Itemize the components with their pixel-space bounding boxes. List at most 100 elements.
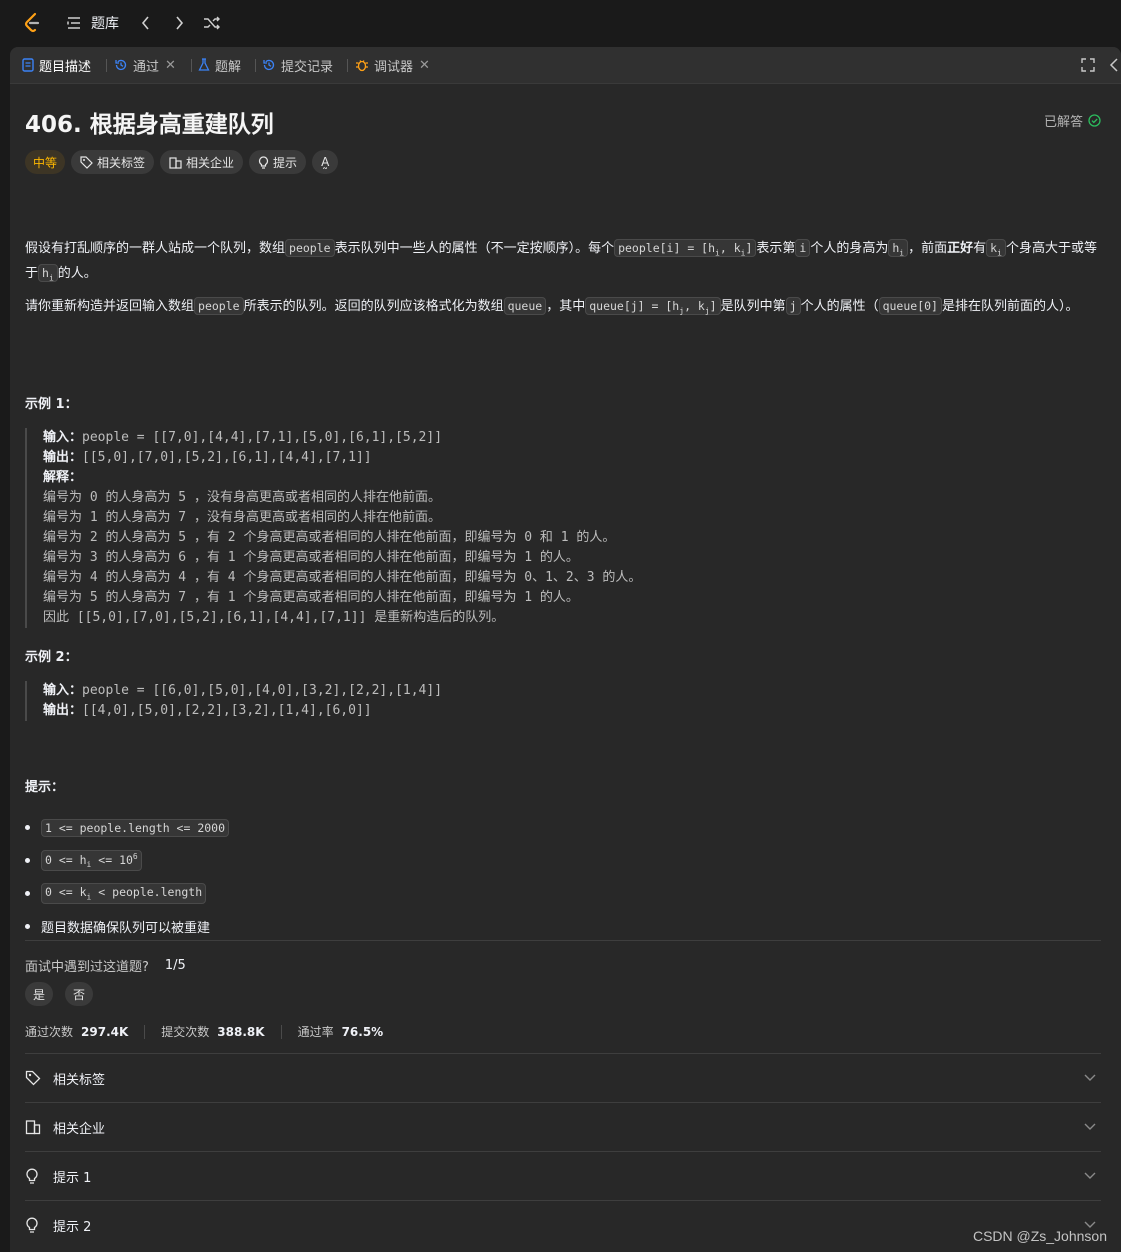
tag-icon: [80, 155, 93, 169]
explain-line: 因此 [[5,0],[7,0],[5,2],[6,1],[4,4],[7,1]]…: [43, 610, 505, 625]
interview-answer: 是 否: [25, 982, 105, 1006]
translate-icon: A̰: [321, 155, 330, 169]
tab-divider: [191, 59, 192, 72]
building-icon: [25, 1119, 45, 1135]
translate-button[interactable]: A̰: [312, 150, 339, 174]
interview-label: 面试中遇到过这道题?: [25, 960, 149, 975]
tab-label: 调试器: [374, 59, 414, 75]
difficulty-badge: 中等: [25, 150, 66, 174]
constraints-list: 1 <= people.length <= 2000 0 <= hi <= 10…: [25, 811, 230, 943]
chevron-down-icon: [1084, 1172, 1096, 1179]
companies-tag-button[interactable]: 相关企业: [160, 150, 244, 174]
accordion-companies[interactable]: 相关企业: [25, 1103, 1101, 1151]
next-problem-icon[interactable]: [172, 15, 186, 31]
example-2-block: 输入：people = [[6,0],[5,0],[4,0],[3,2],[2,…: [25, 681, 442, 721]
solved-status: 已解答: [1044, 111, 1101, 130]
explain-line: 编号为 3 的人身高为 6 ，有 1 个身高更高或者相同的人排在他前面，即编号为…: [43, 550, 579, 565]
tab-solutions[interactable]: 题解: [198, 47, 241, 83]
constraint-item: 0 <= ki < people.length: [25, 877, 229, 910]
explain-line: 编号为 1 的人身高为 7 ，没有身高更高或者相同的人排在他前面。: [43, 510, 441, 525]
tab-label: 题解: [215, 59, 242, 75]
problem-panel: 题目描述 通过 ✕ 题解 提交记录 调试器 ✕ 406. 根据身高重建队列 已解…: [10, 47, 1121, 1252]
panel-tab-bar: 题目描述 通过 ✕ 题解 提交记录 调试器 ✕: [10, 47, 1121, 84]
close-icon[interactable]: ✕: [419, 58, 430, 73]
prev-problem-icon[interactable]: [139, 15, 153, 31]
acceptance-rate: 76.5%: [341, 1024, 384, 1039]
solved-label: 已解答: [1043, 115, 1083, 130]
explain-line: 编号为 2 的人身高为 5 ，有 2 个身高更高或者相同的人排在他前面，即编号为…: [43, 530, 616, 545]
check-circle-icon: [1088, 114, 1101, 127]
example-1-output: [[5,0],[7,0],[5,2],[6,1],[4,4],[7,1]]: [82, 450, 372, 465]
accordion-label: 提示 2: [53, 1219, 92, 1235]
bug-icon: [355, 58, 369, 72]
tab-description[interactable]: 题目描述: [22, 47, 91, 83]
topics-tag-button[interactable]: 相关标签: [71, 150, 155, 174]
stats-row: 通过次数 297.4K 提交次数 388.8K 通过率 76.5%: [25, 1023, 383, 1040]
yes-button[interactable]: 是: [25, 982, 53, 1006]
shuffle-icon[interactable]: [203, 15, 221, 31]
tab-debugger[interactable]: 调试器 ✕: [355, 47, 430, 83]
tab-accepted[interactable]: 通过 ✕: [114, 47, 176, 83]
accordion-hint-1[interactable]: 提示 1: [25, 1152, 1101, 1200]
problemset-link[interactable]: 题库: [66, 13, 119, 33]
lightbulb-icon: [25, 1217, 45, 1233]
accepted-label: 通过次数: [25, 1025, 74, 1039]
accordion-topics[interactable]: 相关标签: [25, 1054, 1101, 1102]
tab-divider: [255, 59, 256, 72]
example-2-heading: 示例 2：: [25, 650, 78, 665]
constraints-heading: 提示：: [25, 780, 65, 795]
example-1-heading: 示例 1：: [25, 397, 78, 412]
tab-submissions[interactable]: 提交记录: [262, 47, 333, 83]
accordion-hint-2[interactable]: 提示 2: [25, 1201, 1101, 1249]
example-1-block: 输入：people = [[7,0],[4,4],[7,1],[5,0],[6,…: [25, 428, 641, 628]
companies-label: 相关企业: [186, 155, 235, 170]
example-2-output: [[4,0],[5,0],[2,2],[3,2],[1,4],[6,0]]: [82, 703, 372, 718]
explain-line: 编号为 5 的人身高为 7 ，有 1 个身高更高或者相同的人排在他前面，即编号为…: [43, 590, 579, 605]
tab-label: 提交记录: [281, 59, 334, 75]
accordion-label: 相关标签: [53, 1072, 106, 1088]
close-icon[interactable]: ✕: [165, 58, 176, 73]
fullscreen-icon[interactable]: [1081, 58, 1095, 72]
hints-tag-button[interactable]: 提示: [249, 150, 307, 174]
constraint-item: 0 <= hi <= 106: [25, 844, 229, 877]
constraint-item: 题目数据确保队列可以被重建: [25, 910, 229, 943]
lightbulb-icon: [25, 1168, 45, 1184]
submissions-label: 提交次数: [161, 1025, 210, 1039]
history-icon: [114, 58, 128, 72]
tab-label: 通过: [133, 59, 160, 75]
top-nav-bar: 题库: [0, 0, 1121, 46]
problem-tags: 中等 相关标签 相关企业 提示 A̰: [25, 150, 344, 174]
leetcode-logo[interactable]: [22, 12, 42, 34]
no-button[interactable]: 否: [65, 982, 93, 1006]
interview-question: 面试中遇到过这道题? 1/5: [25, 956, 186, 975]
description-paragraph-1: 假设有打乱顺序的一群人站成一个队列，数组 people 表示队列中一些人的属性（不一…: [25, 239, 1097, 283]
tab-divider: [106, 59, 107, 72]
hints-label: 提示: [273, 155, 298, 170]
accordion-label: 相关企业: [53, 1121, 106, 1137]
tab-label: 题目描述: [39, 59, 92, 75]
rate-label: 通过率: [297, 1025, 334, 1039]
flask-icon: [198, 58, 210, 72]
accepted-count: 297.4K: [81, 1024, 129, 1039]
list-icon: [67, 17, 80, 29]
topics-label: 相关标签: [97, 155, 146, 170]
problem-title[interactable]: 406. 根据身高重建队列: [25, 105, 274, 139]
example-2-input: people = [[6,0],[5,0],[4,0],[3,2],[2,2],…: [82, 683, 443, 698]
chevron-down-icon: [1084, 1074, 1096, 1081]
tag-icon: [25, 1070, 45, 1086]
interview-count: 1/5: [164, 958, 186, 973]
chevron-down-icon: [1084, 1123, 1096, 1130]
submissions-count: 388.8K: [217, 1024, 265, 1039]
collapse-panel-icon[interactable]: [1109, 58, 1119, 72]
constraint-item: 1 <= people.length <= 2000: [25, 811, 230, 844]
document-icon: [22, 58, 34, 72]
description-paragraph-2: 请你重新构造并返回输入数组 people 所表示的队列。返回的队列应该格式化为数组 q…: [25, 297, 1079, 316]
problemset-label: 题库: [91, 16, 119, 32]
history-icon: [262, 58, 276, 72]
watermark: CSDN @Zs_Johnson: [972, 1228, 1107, 1244]
example-1-input: people = [[7,0],[4,4],[7,1],[5,0],[6,1],…: [82, 430, 443, 445]
section-divider: [25, 940, 1101, 941]
accordion-label: 提示 1: [53, 1170, 92, 1186]
tab-divider: [347, 59, 348, 72]
explain-line: 编号为 4 的人身高为 4 ，有 4 个身高更高或者相同的人排在他前面，即编号为…: [43, 570, 642, 585]
